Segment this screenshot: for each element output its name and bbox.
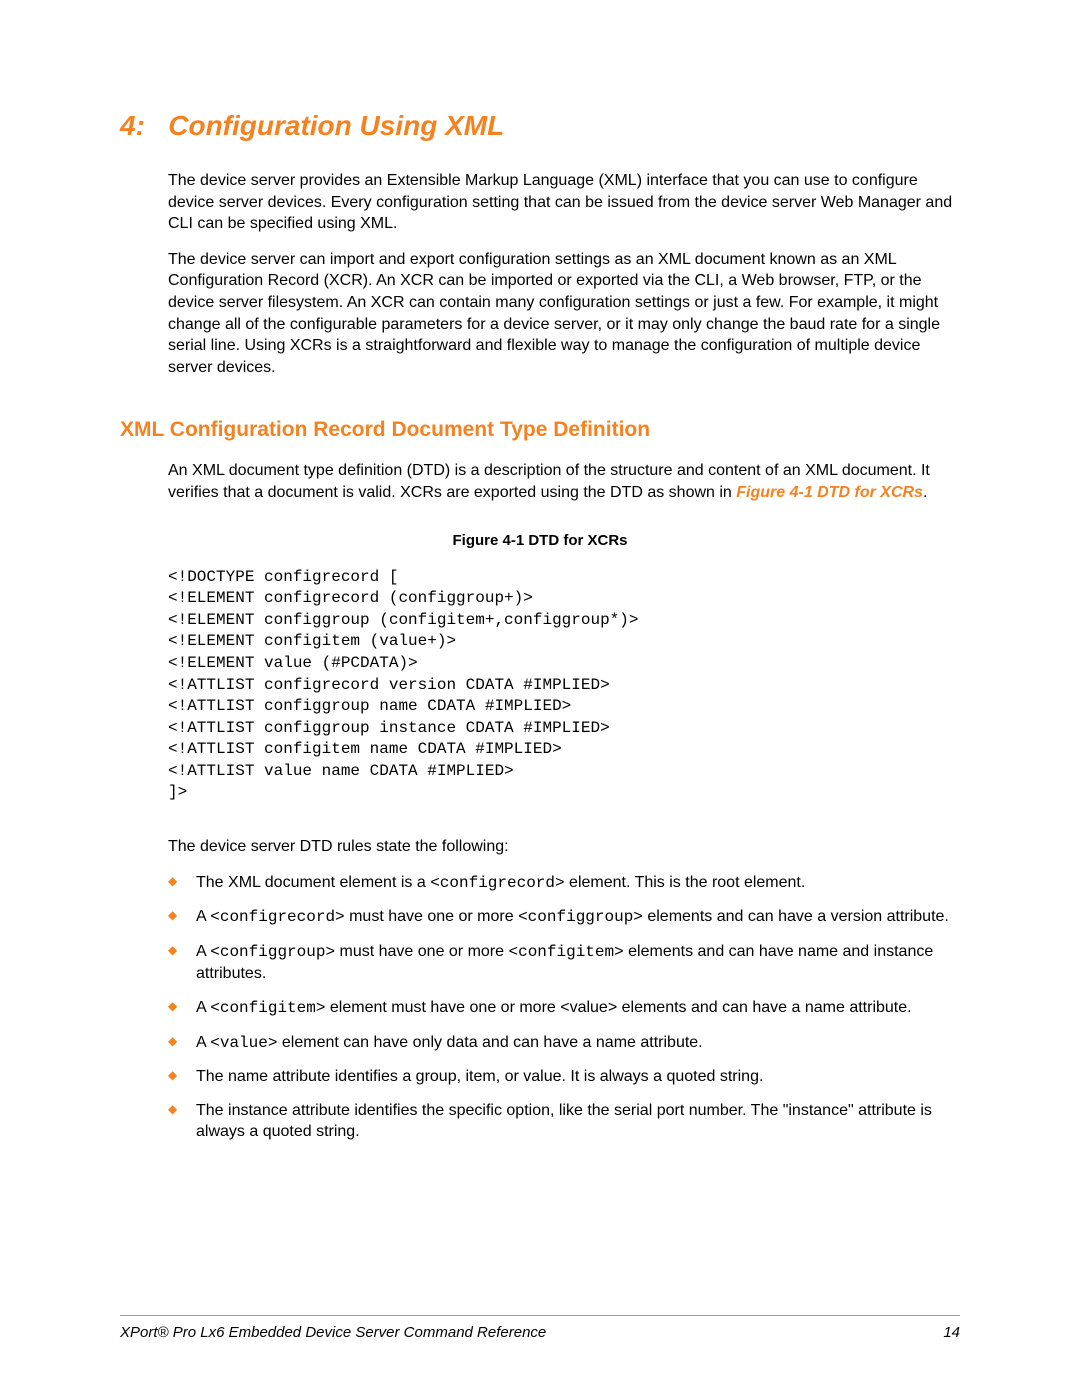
chapter-number: 4: (120, 110, 145, 141)
code-inline: <configitem> (210, 999, 325, 1017)
intro-paragraph-1: The device server provides an Extensible… (168, 170, 960, 235)
rules-intro: The device server DTD rules state the fo… (168, 836, 960, 858)
figure-reference-link[interactable]: Figure 4-1 DTD for XCRs (736, 484, 923, 501)
list-item: A <value> element can have only data and… (168, 1032, 960, 1055)
code-inline: <configrecord> (430, 874, 564, 892)
code-inline: <configgroup> (210, 943, 335, 961)
list-item: A <configrecord> must have one or more <… (168, 906, 960, 929)
page-content: 4: Configuration Using XML The device se… (0, 0, 1080, 1143)
footer-page-number: 14 (943, 1324, 960, 1341)
footer-doc-title: XPort® Pro Lx6 Embedded Device Server Co… (120, 1324, 546, 1341)
section-title: XML Configuration Record Document Type D… (120, 418, 960, 442)
footer-line: XPort® Pro Lx6 Embedded Device Server Co… (120, 1324, 960, 1341)
footer-rule (120, 1315, 960, 1316)
chapter-title: 4: Configuration Using XML (120, 110, 960, 142)
list-item: The instance attribute identifies the sp… (168, 1100, 960, 1143)
dtd-code-block: <!DOCTYPE configrecord [ <!ELEMENT confi… (168, 567, 960, 805)
list-item: The name attribute identifies a group, i… (168, 1066, 960, 1088)
section-paragraph-1: An XML document type definition (DTD) is… (168, 460, 960, 503)
rules-list: The XML document element is a <configrec… (168, 872, 960, 1143)
section-p1-text-b: . (923, 484, 927, 501)
list-item: The XML document element is a <configrec… (168, 872, 960, 895)
intro-paragraph-2: The device server can import and export … (168, 249, 960, 379)
code-inline: <configrecord> (210, 908, 344, 926)
figure-caption: Figure 4-1 DTD for XCRs (120, 532, 960, 549)
list-item: A <configgroup> must have one or more <c… (168, 941, 960, 985)
code-inline: <value> (210, 1034, 277, 1052)
page-footer: XPort® Pro Lx6 Embedded Device Server Co… (120, 1315, 960, 1341)
chapter-name: Configuration Using XML (168, 110, 504, 141)
list-item: A <configitem> element must have one or … (168, 997, 960, 1020)
code-inline: <configitem> (508, 943, 623, 961)
code-inline: <configgroup> (518, 908, 643, 926)
